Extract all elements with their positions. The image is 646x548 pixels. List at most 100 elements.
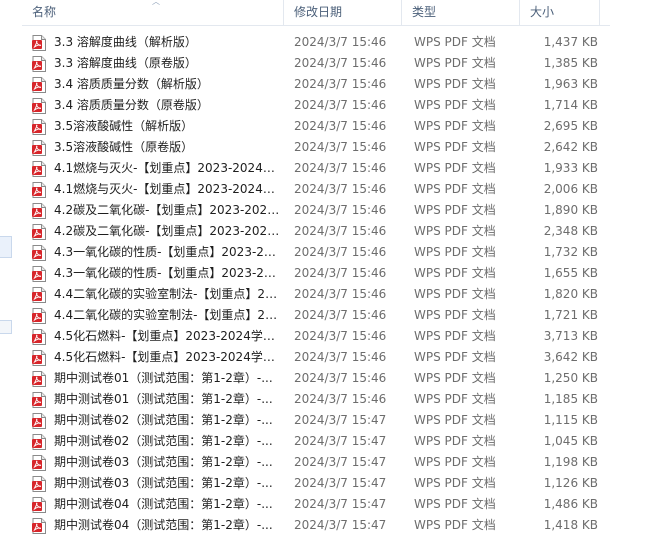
file-row[interactable]: 4.3一氧化碳的性质-【划重点】2023-20... 2024/3/7 15:46… [22, 242, 610, 263]
file-list: 3.3 溶解度曲线（解析版） 2024/3/7 15:46 WPS PDF 文档 1,… [22, 32, 610, 536]
pdf-file-icon [32, 413, 46, 429]
file-row[interactable]: 期中测试卷02（测试范围：第1-2章）-... 2024/3/7 15:47 WPS… [22, 431, 610, 452]
file-name: 4.5化石燃料-【划重点】2023-2024学年... [54, 329, 282, 343]
file-size: 1,486 KB [543, 497, 598, 511]
file-size: 1,933 KB [543, 161, 598, 175]
file-size: 1,045 KB [543, 434, 598, 448]
file-modified-date: 2024/3/7 15:47 [294, 413, 387, 427]
file-size: 2,348 KB [543, 224, 598, 238]
file-modified-date: 2024/3/7 15:46 [294, 308, 387, 322]
pdf-file-icon [32, 392, 46, 408]
file-type: WPS PDF 文档 [414, 119, 496, 133]
file-row[interactable]: 期中测试卷01（测试范围：第1-2章）-... 2024/3/7 15:46 WPS… [22, 368, 610, 389]
file-size: 3,642 KB [543, 350, 598, 364]
file-row[interactable]: 期中测试卷03（测试范围：第1-2章）-... 2024/3/7 15:47 WPS… [22, 452, 610, 473]
pdf-file-icon [32, 434, 46, 450]
file-row[interactable]: 3.4 溶质质量分数（原卷版） 2024/3/7 15:46 WPS PDF 文档 1… [22, 95, 610, 116]
file-row[interactable]: 4.4二氧化碳的实验室制法-【划重点】20... 2024/3/7 15:46 WP… [22, 284, 610, 305]
sort-up-arrow-icon: ︿ [152, 0, 160, 6]
navigation-pane-item[interactable] [0, 320, 12, 334]
pdf-file-icon [32, 77, 46, 93]
file-modified-date: 2024/3/7 15:46 [294, 371, 387, 385]
file-modified-date: 2024/3/7 15:47 [294, 434, 387, 448]
pdf-file-icon [32, 119, 46, 135]
file-size: 1,385 KB [543, 56, 598, 70]
file-row[interactable]: 3.5溶液酸碱性（原卷版） 2024/3/7 15:46 WPS PDF 文档 2,6… [22, 137, 610, 158]
file-type: WPS PDF 文档 [414, 203, 496, 217]
file-row[interactable]: 4.2碳及二氧化碳-【划重点】2023-2024... 2024/3/7 15:4… [22, 200, 610, 221]
file-explorer-window: 名称 ︿ 修改日期 类型 大小 3.3 溶解度曲线（解析版） 2024/3/7 1… [0, 0, 646, 548]
file-modified-date: 2024/3/7 15:46 [294, 350, 387, 364]
column-header-size-label: 大小 [530, 5, 555, 19]
column-header-name[interactable]: 名称 ︿ [22, 0, 284, 25]
file-name: 3.4 溶质质量分数（原卷版） [54, 98, 209, 112]
file-type: WPS PDF 文档 [414, 140, 496, 154]
pdf-file-icon [32, 497, 46, 513]
file-type: WPS PDF 文档 [414, 182, 496, 196]
file-modified-date: 2024/3/7 15:47 [294, 455, 387, 469]
file-row[interactable]: 4.5化石燃料-【划重点】2023-2024学年... 2024/3/7 15:4… [22, 347, 610, 368]
file-type: WPS PDF 文档 [414, 434, 496, 448]
file-type: WPS PDF 文档 [414, 287, 496, 301]
file-name: 4.1燃烧与灭火-【划重点】2023-2024学... [54, 161, 282, 175]
file-type: WPS PDF 文档 [414, 98, 496, 112]
file-size: 1,185 KB [543, 392, 598, 406]
file-type: WPS PDF 文档 [414, 392, 496, 406]
file-row[interactable]: 期中测试卷04（测试范围：第1-2章）-... 2024/3/7 15:47 WPS… [22, 515, 610, 536]
file-row[interactable]: 4.5化石燃料-【划重点】2023-2024学年... 2024/3/7 15:4… [22, 326, 610, 347]
file-modified-date: 2024/3/7 15:46 [294, 161, 387, 175]
file-name: 4.1燃烧与灭火-【划重点】2023-2024学... [54, 182, 282, 196]
file-row[interactable]: 4.4二氧化碳的实验室制法-【划重点】20... 2024/3/7 15:46 WP… [22, 305, 610, 326]
pdf-file-icon [32, 266, 46, 282]
file-name: 期中测试卷01（测试范围：第1-2章）-... [54, 371, 273, 385]
pdf-file-icon [32, 455, 46, 471]
file-row[interactable]: 期中测试卷01（测试范围：第1-2章）-... 2024/3/7 15:46 WPS… [22, 389, 610, 410]
file-row[interactable]: 4.3一氧化碳的性质-【划重点】2023-20... 2024/3/7 15:46… [22, 263, 610, 284]
file-name: 期中测试卷02（测试范围：第1-2章）-... [54, 413, 273, 427]
pdf-file-icon [32, 350, 46, 366]
file-size: 2,642 KB [543, 140, 598, 154]
navigation-pane-selected-item[interactable] [0, 236, 12, 258]
column-header-type[interactable]: 类型 [402, 0, 520, 25]
file-row[interactable]: 期中测试卷02（测试范围：第1-2章）-... 2024/3/7 15:47 WPS… [22, 410, 610, 431]
file-size: 1,820 KB [543, 287, 598, 301]
pdf-file-icon [32, 287, 46, 303]
file-row[interactable]: 3.5溶液酸碱性（解析版） 2024/3/7 15:46 WPS PDF 文档 2,6… [22, 116, 610, 137]
file-modified-date: 2024/3/7 15:46 [294, 245, 387, 259]
file-type: WPS PDF 文档 [414, 476, 496, 490]
file-row[interactable]: 3.3 溶解度曲线（解析版） 2024/3/7 15:46 WPS PDF 文档 1,… [22, 32, 610, 53]
file-name: 期中测试卷02（测试范围：第1-2章）-... [54, 434, 273, 448]
file-row[interactable]: 4.2碳及二氧化碳-【划重点】2023-2024... 2024/3/7 15:4… [22, 221, 610, 242]
file-size: 1,963 KB [543, 77, 598, 91]
file-row[interactable]: 3.4 溶质质量分数（解析版） 2024/3/7 15:46 WPS PDF 文档 1… [22, 74, 610, 95]
file-name: 3.5溶液酸碱性（原卷版） [54, 140, 194, 154]
file-modified-date: 2024/3/7 15:46 [294, 224, 387, 238]
file-size: 1,714 KB [543, 98, 598, 112]
file-row[interactable]: 3.3 溶解度曲线（原卷版） 2024/3/7 15:46 WPS PDF 文档 1,… [22, 53, 610, 74]
file-type: WPS PDF 文档 [414, 245, 496, 259]
file-row[interactable]: 4.1燃烧与灭火-【划重点】2023-2024学... 2024/3/7 15:4… [22, 158, 610, 179]
file-modified-date: 2024/3/7 15:46 [294, 140, 387, 154]
file-row[interactable]: 4.1燃烧与灭火-【划重点】2023-2024学... 2024/3/7 15:4… [22, 179, 610, 200]
file-name: 4.4二氧化碳的实验室制法-【划重点】20... [54, 287, 282, 301]
column-header-date[interactable]: 修改日期 [284, 0, 402, 25]
file-size: 1,418 KB [543, 518, 598, 532]
file-modified-date: 2024/3/7 15:46 [294, 35, 387, 49]
file-type: WPS PDF 文档 [414, 308, 496, 322]
file-name: 4.3一氧化碳的性质-【划重点】2023-20... [54, 266, 282, 280]
file-size: 1,732 KB [543, 245, 598, 259]
column-header-size[interactable]: 大小 [520, 0, 600, 25]
file-size: 1,126 KB [543, 476, 598, 490]
file-modified-date: 2024/3/7 15:46 [294, 182, 387, 196]
file-modified-date: 2024/3/7 15:46 [294, 266, 387, 280]
file-size: 3,713 KB [543, 329, 598, 343]
file-name: 4.2碳及二氧化碳-【划重点】2023-2024... [54, 224, 282, 238]
file-row[interactable]: 期中测试卷04（测试范围：第1-2章）-... 2024/3/7 15:47 WPS… [22, 494, 610, 515]
file-modified-date: 2024/3/7 15:47 [294, 518, 387, 532]
file-modified-date: 2024/3/7 15:47 [294, 476, 387, 490]
file-name: 4.5化石燃料-【划重点】2023-2024学年... [54, 350, 282, 364]
pdf-file-icon [32, 182, 46, 198]
file-modified-date: 2024/3/7 15:46 [294, 77, 387, 91]
file-row[interactable]: 期中测试卷03（测试范围：第1-2章）-... 2024/3/7 15:47 WPS… [22, 473, 610, 494]
file-size: 2,695 KB [543, 119, 598, 133]
